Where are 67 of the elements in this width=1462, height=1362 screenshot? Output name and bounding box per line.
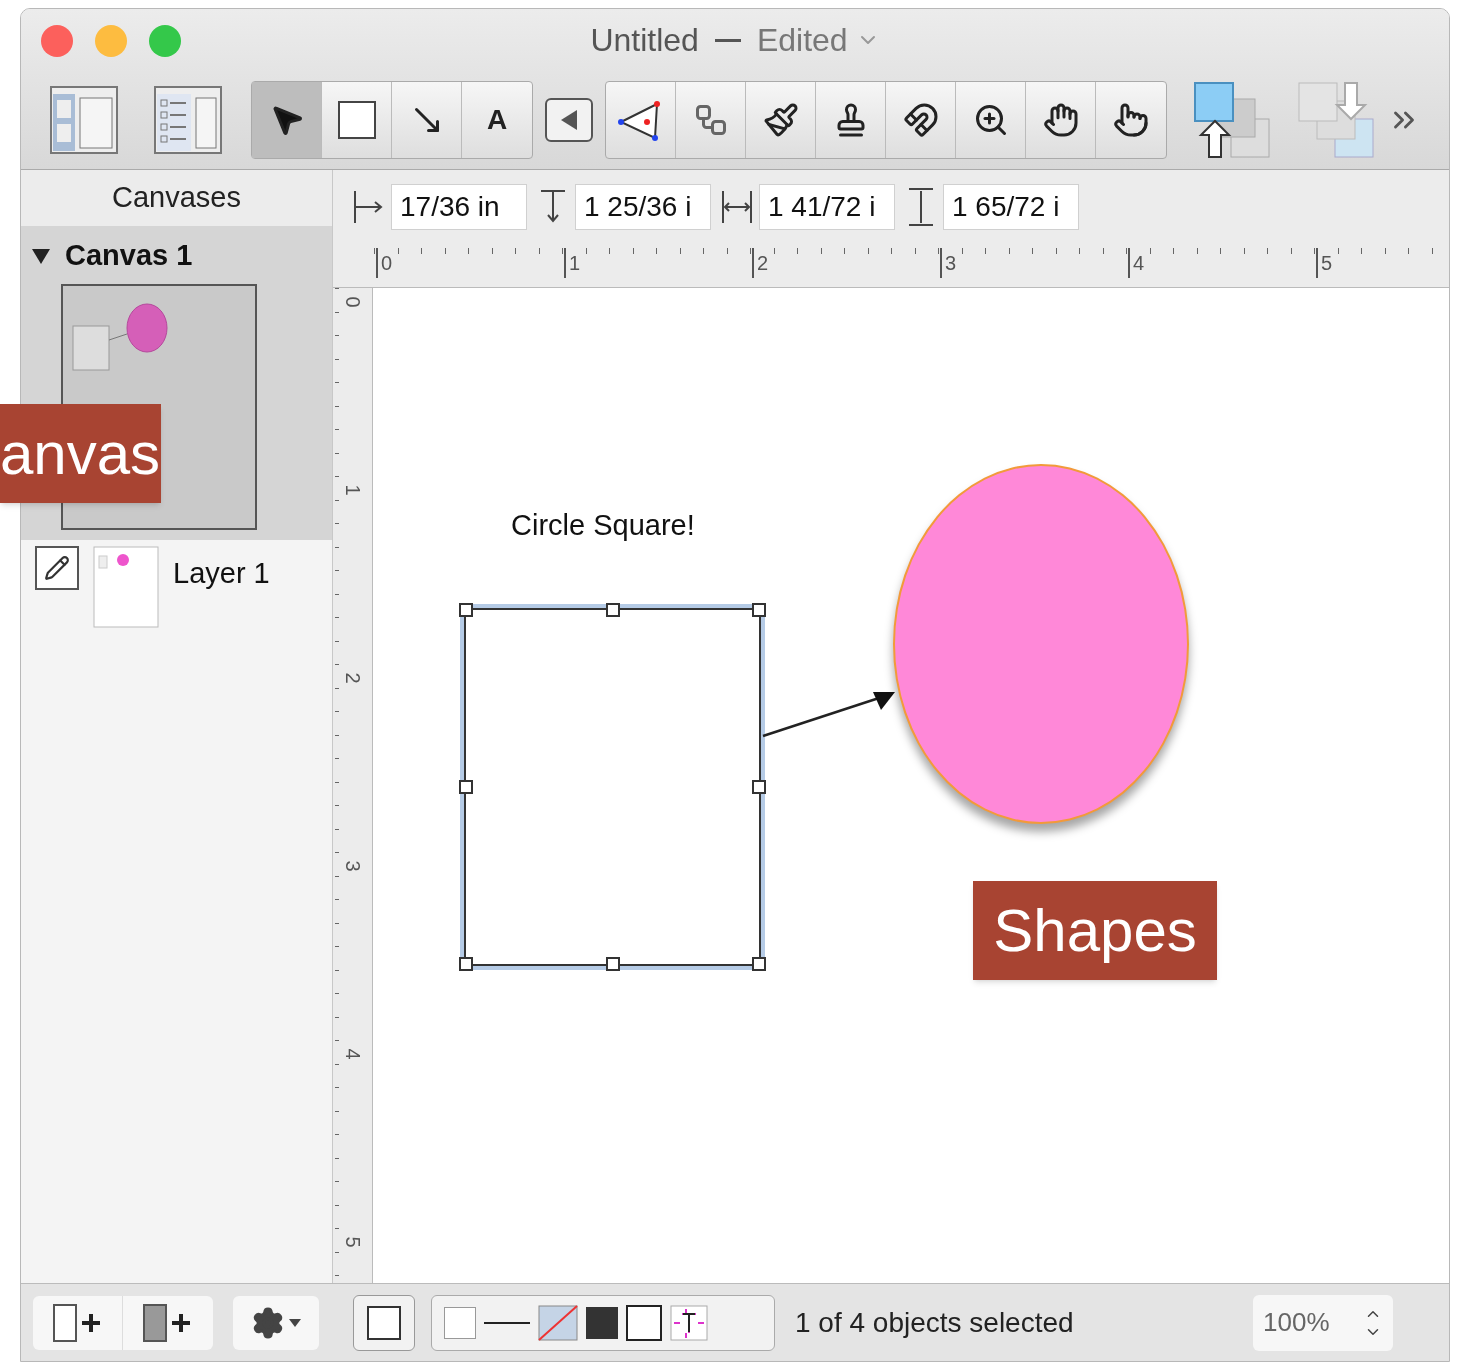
selection-handle[interactable] (752, 780, 766, 794)
magnet-icon (902, 102, 939, 138)
ruler-label: 5 (1316, 248, 1333, 278)
sidebar-layout-icon (50, 86, 118, 154)
ruler-label: 5 (342, 1236, 363, 1248)
callout-tooltip: anvas (0, 404, 161, 503)
canvas-name: Canvas 1 (65, 238, 193, 273)
caret-icon (289, 1318, 301, 1327)
stroke-line-icon[interactable] (484, 1321, 530, 1324)
zoom-value: 100% (1263, 1306, 1330, 1339)
brush-icon (762, 102, 799, 138)
tool-button[interactable] (252, 82, 322, 158)
bring-to-front-button[interactable] (1191, 79, 1273, 161)
collapse-button[interactable] (545, 98, 593, 142)
text-box-icon[interactable] (670, 1304, 708, 1341)
sidebar-header: Canvases (21, 170, 332, 226)
ruler-label: 1 (342, 484, 363, 496)
selection-status: 1 of 4 objects selected (795, 1305, 1074, 1340)
selection-handle[interactable] (605, 603, 620, 617)
layer-edit-toggle[interactable] (35, 546, 79, 590)
ruler-label: 3 (342, 860, 363, 872)
no-shadow-icon[interactable] (538, 1304, 578, 1341)
ruler-label: 3 (940, 248, 957, 278)
dimension-field[interactable]: 1 25/36 i (575, 184, 711, 230)
send-to-back-icon (1295, 79, 1377, 161)
action-menu-button[interactable] (233, 1295, 319, 1350)
document-status[interactable]: Edited (756, 16, 848, 64)
zoom-stepper[interactable]: 100% (1253, 1294, 1393, 1351)
layer-name: Layer 1 (173, 556, 270, 591)
canvas-text: Circle Square! (511, 508, 695, 543)
square-swatch-icon (367, 1305, 401, 1340)
bring-to-front-icon (1191, 79, 1273, 161)
selection-handle[interactable] (459, 780, 473, 794)
window-title: Untitled (590, 21, 699, 60)
square-icon (337, 101, 376, 139)
hand-icon (1042, 102, 1079, 138)
outline-view-button[interactable] (153, 85, 223, 155)
selection-handle[interactable] (459, 957, 473, 971)
pencil-icon (44, 555, 70, 581)
pointing-hand-icon (1113, 102, 1149, 138)
border-swatch-icon[interactable] (626, 1304, 662, 1341)
close-button[interactable] (41, 25, 73, 57)
fill-style-button[interactable] (353, 1294, 415, 1351)
callout-tooltip: Shapes (973, 881, 1217, 980)
fill-swatch-icon[interactable] (444, 1306, 476, 1339)
title-separator (714, 38, 741, 42)
text-tool-glyph: A (486, 103, 508, 137)
sidebar-view-button[interactable] (49, 85, 119, 155)
outline-layout-icon (154, 86, 222, 154)
ruler-label: 2 (342, 672, 363, 684)
ruler-label: 2 (752, 248, 769, 278)
left-triangle-icon (559, 109, 579, 131)
selection-handle[interactable] (752, 603, 766, 617)
ruler-label: 0 (376, 248, 393, 278)
selection-handle[interactable] (752, 957, 766, 971)
dark-swatch-icon[interactable] (586, 1306, 618, 1339)
dimension-field[interactable]: 1 41/72 i (759, 184, 895, 230)
ruler-label: 4 (342, 1048, 363, 1060)
selection-handle[interactable] (459, 603, 473, 617)
dimension-field[interactable]: 17/36 in (391, 184, 527, 230)
ruler-label: 4 (1128, 248, 1145, 278)
settings-icon (251, 1305, 285, 1340)
ruler-label: 1 (564, 248, 581, 278)
ruler-label: 0 (342, 296, 363, 308)
selection-handle[interactable] (605, 957, 620, 971)
dimension-field[interactable]: 1 65/72 i (943, 184, 1079, 230)
tool-button[interactable]: A (462, 82, 532, 158)
